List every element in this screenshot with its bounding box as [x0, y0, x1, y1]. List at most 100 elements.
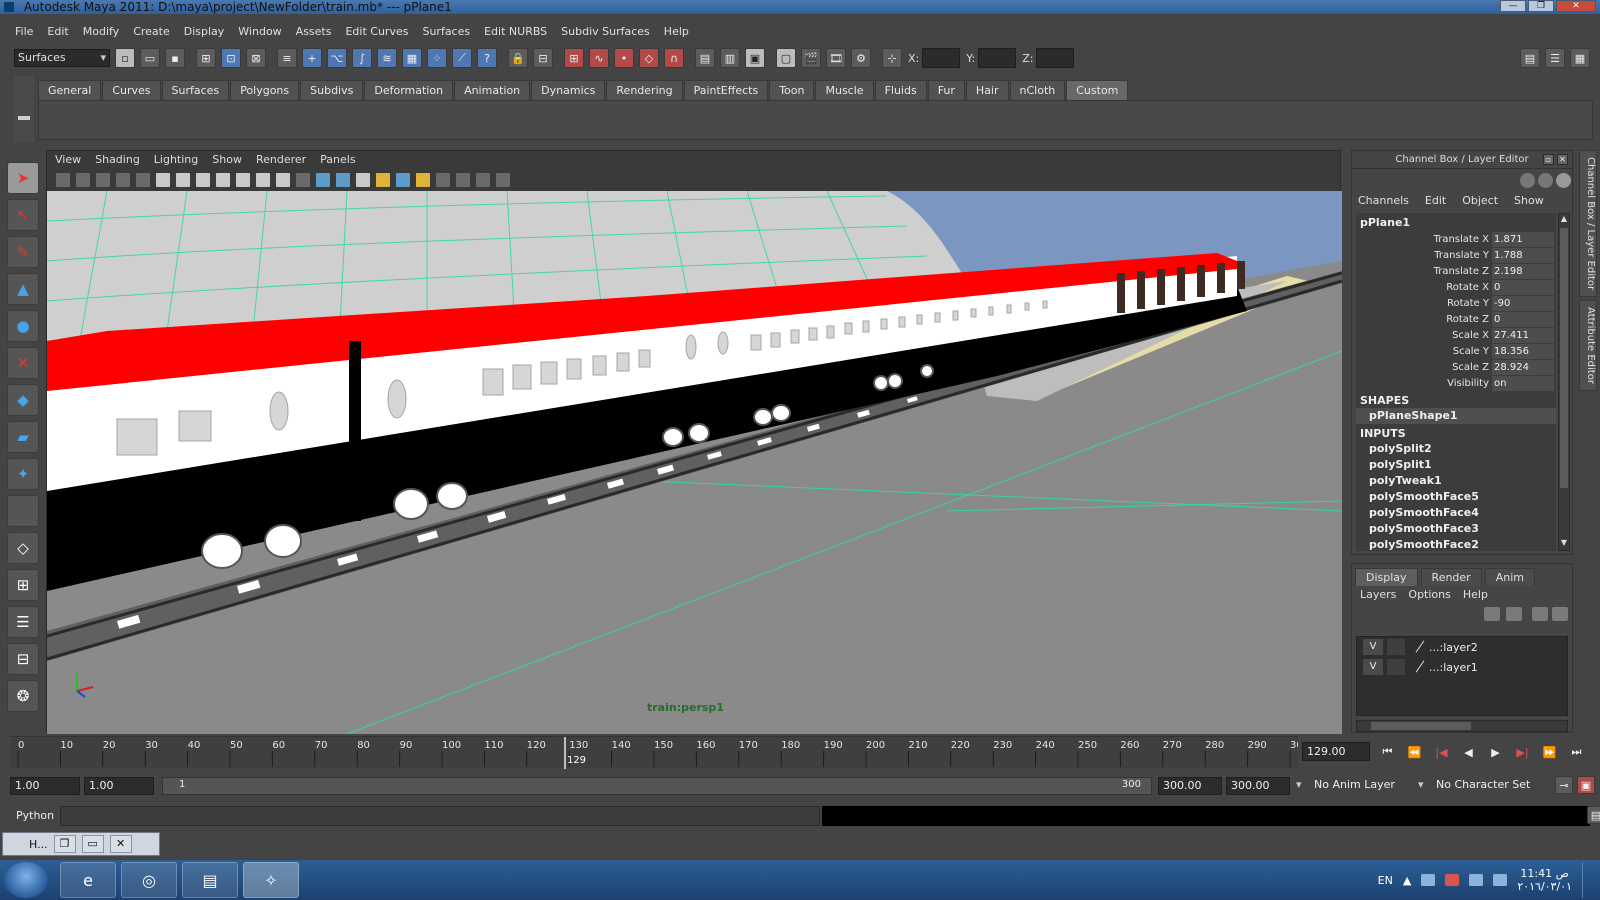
camera-attributes-icon[interactable] [75, 172, 91, 188]
layer-tab-anim[interactable]: Anim [1484, 568, 1535, 586]
select-joints-icon[interactable]: ⌥ [327, 48, 347, 68]
menu-subdiv-surfaces[interactable]: Subdiv Surfaces [554, 22, 657, 42]
menu-file[interactable]: File [8, 22, 40, 42]
layer-display-type-toggle[interactable] [1387, 659, 1405, 675]
render-settings-icon[interactable]: ⚙ [851, 48, 871, 68]
character-set-dropdown[interactable]: No Character Set [1418, 777, 1532, 795]
close-panel-icon[interactable]: ✕ [1557, 154, 1568, 165]
open-scene-icon[interactable]: ▭ [140, 48, 160, 68]
channel-visibility[interactable]: Visibility on [1356, 375, 1556, 391]
input-node[interactable]: polySmoothFace2 [1356, 537, 1556, 551]
current-frame-field[interactable]: 129.00 [1302, 742, 1370, 761]
safe-title-icon[interactable] [275, 172, 291, 188]
select-surfaces-icon[interactable]: ≋ [377, 48, 397, 68]
xray-icon[interactable] [455, 172, 471, 188]
highlight-selection-icon[interactable]: ⊟ [533, 48, 553, 68]
select-hierarchy-icon[interactable]: ⊞ [196, 48, 216, 68]
smooth-shade-icon[interactable] [315, 172, 331, 188]
field-chart-icon[interactable] [235, 172, 251, 188]
input-node[interactable]: polySplit1 [1356, 457, 1556, 473]
persp-graph-layout-icon[interactable]: ⊟ [7, 643, 39, 675]
toggle-channel-box-icon[interactable]: ▦ [1570, 48, 1590, 68]
close-button[interactable]: ✕ [109, 835, 132, 853]
snap-point-icon[interactable]: • [614, 48, 634, 68]
grid-toggle-icon[interactable] [155, 172, 171, 188]
manipulator-icon[interactable] [1520, 173, 1535, 188]
film-gate-icon[interactable] [175, 172, 191, 188]
cb-menu-channels[interactable]: Channels [1358, 191, 1409, 211]
layer-visibility-toggle[interactable]: V [1363, 639, 1383, 655]
layer-visibility-toggle[interactable]: V [1363, 659, 1383, 675]
resolution-gate-icon[interactable] [195, 172, 211, 188]
layer-row[interactable]: V ...:layer1 [1357, 657, 1567, 677]
lasso-tool-icon[interactable]: ↖ [7, 199, 39, 231]
shelf-tab-ncloth[interactable]: nCloth [1009, 80, 1066, 100]
select-camera-icon[interactable] [55, 172, 71, 188]
menu-edit[interactable]: Edit [40, 22, 75, 42]
universal-manipulator-icon[interactable]: ◆ [7, 384, 39, 416]
panel-menu-show[interactable]: Show [212, 151, 250, 169]
new-scene-icon[interactable]: ▫ [115, 48, 135, 68]
play-backwards-button[interactable]: ◀ [1457, 742, 1480, 762]
channel-translate-x[interactable]: Translate X 1.871 [1356, 231, 1556, 247]
volume-icon[interactable] [1493, 874, 1508, 886]
panel-menu-panels[interactable]: Panels [320, 151, 363, 169]
use-all-lights-icon[interactable] [375, 172, 391, 188]
perspective-viewport[interactable]: View Shading Lighting Show Renderer Pane… [46, 150, 1342, 734]
shelf-tab-toon[interactable]: Toon [769, 80, 815, 100]
construction-history-icon[interactable]: ▣ [745, 48, 765, 68]
file-explorer-icon[interactable]: ▤ [182, 862, 238, 898]
layer-tab-render[interactable]: Render [1420, 568, 1482, 586]
select-component-icon[interactable]: ⊠ [246, 48, 266, 68]
step-forward-frame-button[interactable]: ⏩ [1538, 742, 1561, 762]
layer-color-swatch[interactable] [1411, 639, 1427, 655]
gate-mask-icon[interactable] [215, 172, 231, 188]
speed-icon[interactable] [1538, 173, 1553, 188]
layer-list-scrollbar[interactable] [1356, 720, 1568, 732]
shelf-tab-custom[interactable]: Custom [1066, 80, 1129, 100]
restore-button[interactable]: ❐ [53, 835, 76, 853]
menu-edit-nurbs[interactable]: Edit NURBS [477, 22, 554, 42]
display-icon[interactable] [1469, 874, 1484, 886]
toggle-tool-settings-icon[interactable]: ☰ [1545, 48, 1565, 68]
toggle-attribute-editor-icon[interactable]: ▤ [1520, 48, 1540, 68]
shape-node[interactable]: pPlaneShape1 [1356, 408, 1556, 424]
layer-tab-display[interactable]: Display [1355, 568, 1418, 586]
input-node[interactable]: polySmoothFace4 [1356, 505, 1556, 521]
range-slider-bar[interactable]: 1 300 [162, 777, 1152, 795]
channel-rotate-x[interactable]: Rotate X0 [1356, 279, 1556, 295]
select-handles-icon[interactable]: + [302, 48, 322, 68]
hyper-icon[interactable] [1556, 173, 1571, 188]
snap-grid-icon[interactable]: ⊞ [564, 48, 584, 68]
scroll-up-icon[interactable]: ▲ [1559, 214, 1569, 226]
layer-color-swatch[interactable] [1411, 659, 1427, 675]
layer-row[interactable]: V ...:layer2 [1357, 637, 1567, 657]
shelf-tab-painteffects[interactable]: PaintEffects [683, 80, 769, 100]
two-d-pan-zoom-icon[interactable] [135, 172, 151, 188]
panel-menu-lighting[interactable]: Lighting [154, 151, 206, 169]
panel-menu-shading[interactable]: Shading [95, 151, 148, 169]
screen-space-ao-icon[interactable] [415, 172, 431, 188]
input-output-icon[interactable]: ▥ [720, 48, 740, 68]
show-desktop-button[interactable] [1582, 862, 1594, 898]
start-button[interactable] [4, 862, 48, 898]
current-time-marker[interactable] [563, 737, 566, 769]
shelf-tab-animation[interactable]: Animation [454, 80, 531, 100]
channel-translate-y[interactable]: Translate Y 1.788 [1356, 247, 1556, 263]
layer-name[interactable]: ...:layer1 [1429, 661, 1478, 674]
shelf-tab-polygons[interactable]: Polygons [230, 80, 300, 100]
channel-rotate-z[interactable]: Rotate Z0 [1356, 311, 1556, 327]
new-layer-selected-icon[interactable] [1552, 607, 1568, 621]
hypershade-layout-icon[interactable]: ❂ [7, 680, 39, 712]
new-layer-icon[interactable] [1532, 607, 1548, 621]
rotate-tool-icon[interactable]: ● [7, 310, 39, 342]
cb-menu-object[interactable]: Object [1462, 191, 1498, 211]
maximize-button[interactable]: ❐ [1528, 0, 1554, 12]
select-dynamics-icon[interactable]: ⁘ [427, 48, 447, 68]
paint-select-tool-icon[interactable]: ✎ [7, 236, 39, 268]
layer-display-type-toggle[interactable] [1387, 639, 1405, 655]
maximize-button[interactable]: ▭ [81, 835, 104, 853]
menu-assets[interactable]: Assets [289, 22, 339, 42]
menu-help[interactable]: Help [657, 22, 696, 42]
lock-selection-icon[interactable]: 🔒 [508, 48, 528, 68]
